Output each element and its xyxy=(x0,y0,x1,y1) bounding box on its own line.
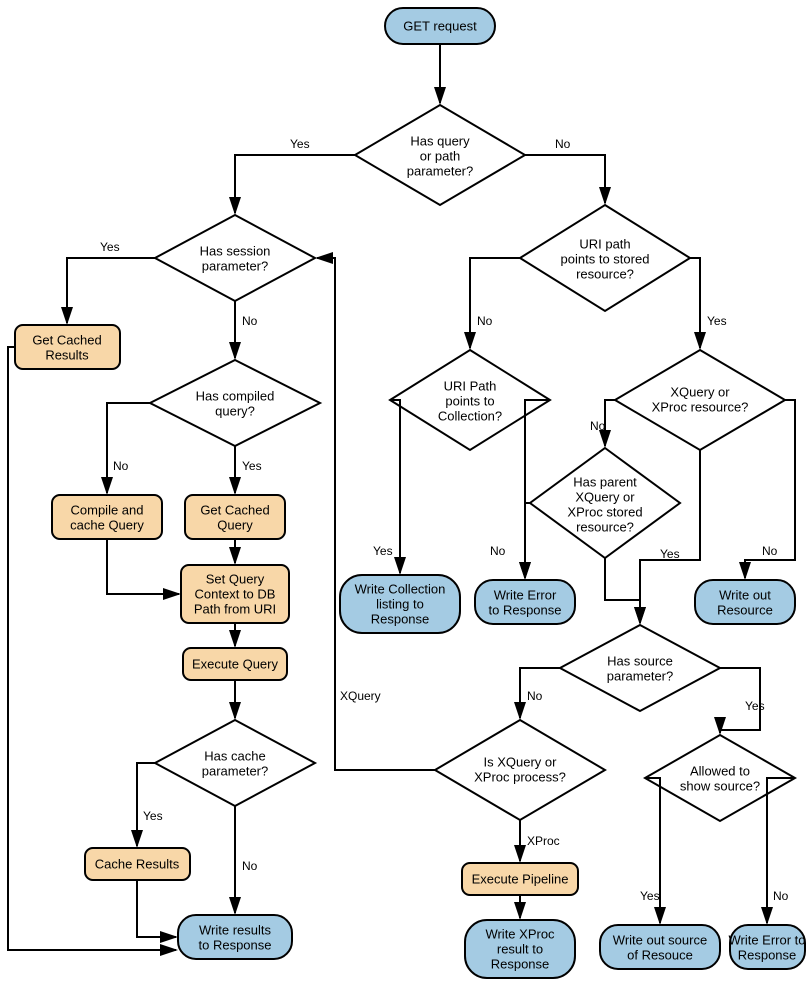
d8-l1: Has parent xyxy=(573,474,637,489)
edge-d1-d5-label: No xyxy=(555,137,571,151)
edge-d7-d9 xyxy=(640,450,700,623)
t3-l2: to Response xyxy=(489,602,562,617)
t5-l1: Write XProc xyxy=(485,926,555,941)
d5-l1: URI path xyxy=(579,236,630,251)
edge-p6-t1 xyxy=(137,880,176,937)
d1-l2: or path xyxy=(420,148,460,163)
d1-l3: parameter? xyxy=(407,163,473,178)
edge-d3-p2 xyxy=(107,403,150,493)
d4-l1: Has cache xyxy=(204,748,265,763)
p3-l1: Get Cached xyxy=(200,502,269,517)
d11-l2: show source? xyxy=(680,778,760,793)
d6-l3: Collection? xyxy=(438,408,502,423)
t5-l3: Response xyxy=(491,956,550,971)
t4-l2: Resource xyxy=(717,602,773,617)
t3-l1: Write Error xyxy=(494,587,557,602)
edge-d3-p2-label: No xyxy=(113,459,129,473)
edge-d7-d9-label: Yes xyxy=(660,547,680,561)
edge-d2-d3-label: No xyxy=(242,314,258,328)
d1-l1: Has query xyxy=(410,133,470,148)
d3-l1: Has compiled xyxy=(196,388,275,403)
edge-d5-d6 xyxy=(470,258,520,348)
d8-l2: XQuery or xyxy=(575,489,635,504)
d11-l1: Allowed to xyxy=(690,763,750,778)
t6-l2: of Resouce xyxy=(627,947,693,962)
p7-l: Execute Pipeline xyxy=(472,871,569,886)
edge-d6-t2-label: Yes xyxy=(373,544,393,558)
edge-d10-p7-label: XProc xyxy=(527,834,560,848)
d10-l2: XProc process? xyxy=(474,769,566,784)
t2-l1: Write Collection xyxy=(355,581,446,596)
d6-l2: points to xyxy=(445,393,494,408)
d7-l2: XProc resource? xyxy=(652,399,749,414)
p4-l1: Set Query xyxy=(206,571,265,586)
d8-l3: XProc stored xyxy=(567,504,642,519)
start-label: GET request xyxy=(403,18,477,33)
p5-l: Execute Query xyxy=(192,656,278,671)
edge-d2-p1-label: Yes xyxy=(100,240,120,254)
edge-d5-d7-label: Yes xyxy=(707,314,727,328)
p4-l3: Path from URI xyxy=(194,601,276,616)
edge-d11-t6-label: Yes xyxy=(640,889,660,903)
d10-l1: Is XQuery or xyxy=(484,754,558,769)
edge-d11-t7-label: No xyxy=(773,889,789,903)
edge-d5-d7 xyxy=(690,258,700,348)
edge-d9-d11-label: Yes xyxy=(745,699,765,713)
d9-l2: parameter? xyxy=(607,668,673,683)
d5-l3: resource? xyxy=(576,266,634,281)
edge-d6-t3-label: No xyxy=(490,544,506,558)
p3-l2: Query xyxy=(217,517,253,532)
d7-l1: XQuery or xyxy=(670,384,730,399)
t2-l3: Response xyxy=(371,611,430,626)
t1-l2: to Response xyxy=(199,937,272,952)
t6-l1: Write out source xyxy=(613,932,707,947)
edge-d1-d2 xyxy=(235,155,355,213)
edge-d6-t3 xyxy=(525,400,550,578)
d5-l2: points to stored xyxy=(561,251,650,266)
p2-l2: cache Query xyxy=(70,517,144,532)
d2-l2: parameter? xyxy=(202,258,268,273)
edge-d1-d5 xyxy=(525,155,605,203)
edge-d8-d9 xyxy=(605,558,640,623)
t7-l1: Write Error to xyxy=(728,932,805,947)
edge-d7-t4-label: No xyxy=(762,544,778,558)
edge-d4-t1-label: No xyxy=(242,859,258,873)
edge-d9-d10-label: No xyxy=(527,689,543,703)
p2-l1: Compile and xyxy=(71,502,144,517)
d9-l1: Has source xyxy=(607,653,673,668)
edge-d4-p6-label: Yes xyxy=(143,809,163,823)
t2-l2: listing to xyxy=(376,596,424,611)
d8-l4: resource? xyxy=(576,519,634,534)
edge-d2-p1 xyxy=(67,258,155,323)
d6-l1: URI Path xyxy=(444,378,497,393)
edge-d3-p3-label: Yes xyxy=(242,459,262,473)
p1-l1: Get Cached xyxy=(32,332,101,347)
edge-d8-t3 xyxy=(525,503,530,578)
edge-d7-d8 xyxy=(605,400,615,446)
edge-p2-p4 xyxy=(107,539,179,594)
t4-l1: Write out xyxy=(719,587,771,602)
p4-l2: Context to DB xyxy=(195,586,276,601)
edge-d4-p6 xyxy=(137,763,155,846)
edge-d7-d8-label: No xyxy=(590,419,606,433)
edge-d1-d2-label: Yes xyxy=(290,137,310,151)
t7-l2: Response xyxy=(738,947,797,962)
d4-l2: parameter? xyxy=(202,763,268,778)
t5-l2: result to xyxy=(497,941,543,956)
t1-l1: Write results xyxy=(199,922,271,937)
p6-l: Cache Results xyxy=(95,856,180,871)
d3-l2: query? xyxy=(215,403,255,418)
edge-d10-d2-label: XQuery xyxy=(340,689,381,703)
d2-l1: Has session xyxy=(200,243,271,258)
edge-d5-d6-label: No xyxy=(477,314,493,328)
p1-l2: Results xyxy=(45,347,89,362)
